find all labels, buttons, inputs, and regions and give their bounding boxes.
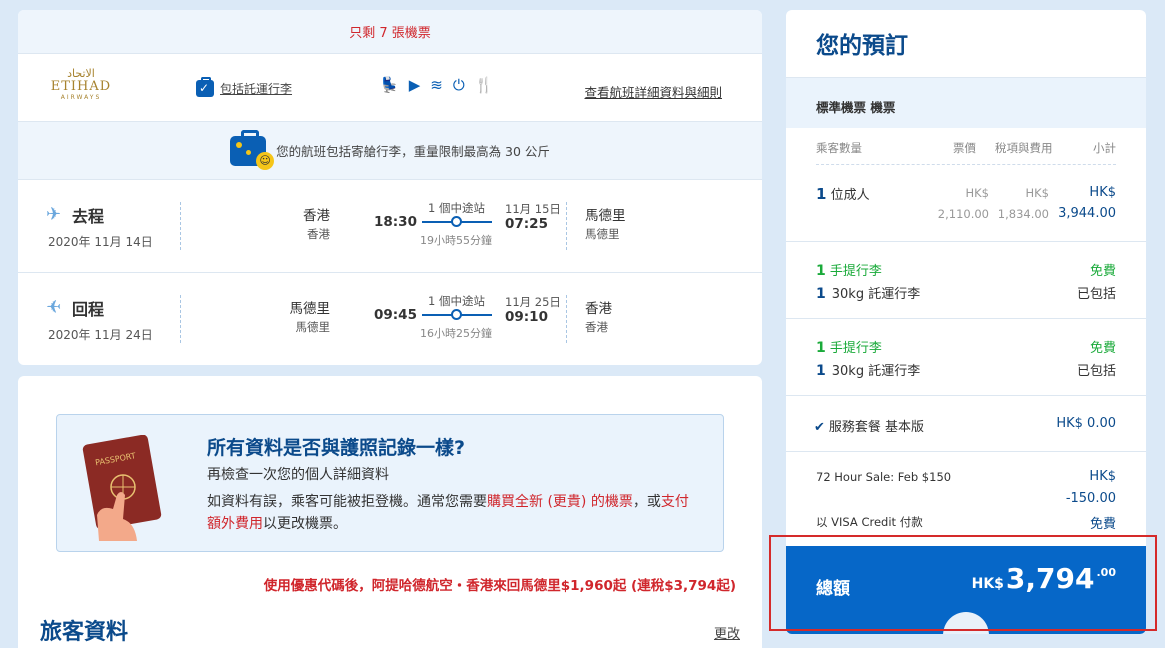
arrival-time: 07:25 xyxy=(505,216,548,232)
flight-summary-card: 只剩 7 張機票 الاتحاد ETIHAD AIRWAYS 包括託運行李 💺… xyxy=(18,10,762,365)
subtotal-currency: HK$ xyxy=(1089,185,1116,200)
tax-currency: HK$ xyxy=(1025,186,1049,200)
return-leg: ✈ 回程 2020年 11月 24日 馬德里 馬德里 09:45 1 個中途站 … xyxy=(18,273,762,365)
hand-luggage-price: 免費 xyxy=(1089,264,1116,279)
departure-time: 18:30 xyxy=(374,214,417,230)
baggage-info-row: ☺ 您的航班包括寄艙行李，重量限制最高為 30 公斤 xyxy=(18,122,762,180)
baggage-summary-1: 1 手提行李 免費 1 30kg 託運行李 已包括 xyxy=(786,242,1146,319)
tax-header: 稅項與費用 xyxy=(995,141,1053,155)
seat-icon: 💺 xyxy=(380,76,399,94)
fare-header: 票價 xyxy=(953,141,976,155)
buy-new-ticket-link[interactable]: 購買全新 (更貴) 的機票 xyxy=(487,494,633,510)
arrival-time: 09:10 xyxy=(505,309,548,325)
service-package-row: ✔ 服務套餐 基本版 HK$ 0.00 xyxy=(786,396,1146,452)
suitcase-icon: ☺ xyxy=(230,129,275,170)
payment-method-label: 以 VISA Credit 付款 xyxy=(816,515,923,529)
booking-title: 您的預訂 xyxy=(786,10,1146,78)
baggage-info-text: 您的航班包括寄艙行李，重量限制最高為 30 公斤 xyxy=(276,144,550,159)
sale-amount: -150.00 xyxy=(1065,491,1116,506)
checked-luggage-status: 已包括 xyxy=(1076,287,1116,302)
subtotal-header: 小計 xyxy=(1093,141,1116,155)
plane-icon: ✈ xyxy=(46,297,62,318)
traveler-section-title: 旅客資料 xyxy=(40,620,129,645)
passport-icon: PASSPORT xyxy=(82,435,162,541)
leg-date: 2020年 11月 24日 xyxy=(48,328,153,342)
total-highlight-annotation xyxy=(769,535,1157,631)
leg-date: 2020年 11月 14日 xyxy=(48,235,153,249)
fare-value: 2,110.00 xyxy=(937,207,989,221)
baggage-included-label: 包括託運行李 xyxy=(220,82,293,96)
departure-airport: 馬德里 xyxy=(295,320,331,334)
passport-warning-text: 如資料有誤，乘客可能被拒登機。通常您需要購買全新 (更貴) 的機票，或支付額外費… xyxy=(207,494,689,532)
sale-currency: HK$ xyxy=(1089,469,1116,484)
departure-time: 09:45 xyxy=(374,307,417,323)
hand-luggage-price: 免費 xyxy=(1089,341,1116,356)
seats-left-bar: 只剩 7 張機票 xyxy=(18,10,762,54)
tax-value: 1,834.00 xyxy=(997,207,1049,221)
qty-header: 乘客數量 xyxy=(816,141,862,155)
fare-section-header: 標準機票 機票 xyxy=(786,78,1146,128)
baggage-check-icon xyxy=(196,77,214,97)
discount-payment-rows: 72 Hour Sale: Feb $150 HK$ -150.00 以 VIS… xyxy=(786,452,1146,548)
entertainment-icon: ▶ xyxy=(408,76,421,94)
edit-traveler-link[interactable]: 更改 xyxy=(714,623,740,642)
meal-icon: 🍴 xyxy=(474,76,494,94)
arrival-date: 11月 15日 xyxy=(505,202,561,216)
promo-banner-text: 使用優惠代碼後，阿提哈德航空・香港來回馬德里$1,960起 (連稅$3,794起… xyxy=(263,578,736,594)
leg-direction: 去程 xyxy=(72,207,105,226)
checked-luggage: 1 30kg 託運行李 xyxy=(816,363,921,379)
departure-city: 香港 xyxy=(303,208,330,224)
outbound-leg: ✈ 去程 2020年 11月 14日 香港 香港 18:30 1 個中途站 19… xyxy=(18,180,762,273)
seats-left-text: 只剩 7 張機票 xyxy=(349,26,431,41)
passport-check-box: PASSPORT 所有資料是否與護照記錄一樣? 再檢查一次您的個人詳細資料 如資… xyxy=(56,414,724,552)
fare-currency: HK$ xyxy=(965,186,989,200)
passenger-count: 1 位成人 xyxy=(816,185,870,203)
flight-duration: 16小時25分鐘 xyxy=(420,327,492,340)
check-icon: ✔ xyxy=(814,420,825,435)
arrival-date: 11月 25日 xyxy=(505,295,561,309)
departure-airport: 香港 xyxy=(307,227,330,241)
checked-luggage: 1 30kg 託運行李 xyxy=(816,286,921,302)
arrival-airport: 香港 xyxy=(585,320,608,334)
departure-city: 馬德里 xyxy=(289,301,331,317)
passport-check-subtitle: 再檢查一次您的個人詳細資料 xyxy=(207,467,389,483)
stops-label: 1 個中途站 xyxy=(428,294,485,308)
checked-luggage-status: 已包括 xyxy=(1076,364,1116,379)
power-icon: ⏻ xyxy=(452,76,465,94)
plane-icon: ✈ xyxy=(46,204,62,225)
arrival-city: 馬德里 xyxy=(585,208,626,224)
stop-dot xyxy=(451,216,462,227)
payment-fee: 免費 xyxy=(1089,517,1116,532)
airline-row: الاتحاد ETIHAD AIRWAYS 包括託運行李 💺 ▶ ≋ ⏻ 🍴 … xyxy=(18,54,762,122)
passport-check-title: 所有資料是否與護照記錄一樣? xyxy=(207,437,466,459)
baggage-included-link[interactable]: 包括託運行李 xyxy=(196,77,293,97)
stops-label: 1 個中途站 xyxy=(428,201,485,215)
traveler-card: PASSPORT 所有資料是否與護照記錄一樣? 再檢查一次您的個人詳細資料 如資… xyxy=(18,376,762,648)
fare-breakdown: 乘客數量 票價 稅項與費用 小計 1 位成人 HK$ 2,110.00 HK$ … xyxy=(786,128,1146,242)
wifi-icon: ≋ xyxy=(430,76,443,94)
subtotal-value: 3,944.00 xyxy=(1058,206,1116,221)
arrival-city: 香港 xyxy=(585,301,612,317)
service-package-label: 服務套餐 基本版 xyxy=(828,420,925,435)
etihad-logo: الاتحاد ETIHAD AIRWAYS xyxy=(50,67,112,102)
flight-details-link[interactable]: 查看航班詳細資料與細則 xyxy=(584,82,722,101)
amenities-icons: 💺 ▶ ≋ ⏻ 🍴 xyxy=(380,76,493,94)
leg-direction: 回程 xyxy=(72,300,105,319)
flight-duration: 19小時55分鐘 xyxy=(420,234,492,247)
hand-luggage: 1 手提行李 xyxy=(816,340,882,356)
stop-dot xyxy=(451,309,462,320)
sale-label: 72 Hour Sale: Feb $150 xyxy=(816,470,952,484)
baggage-summary-2: 1 手提行李 免費 1 30kg 託運行李 已包括 xyxy=(786,319,1146,396)
arrival-airport: 馬德里 xyxy=(585,227,620,241)
hand-luggage: 1 手提行李 xyxy=(816,263,882,279)
service-package-price: HK$ 0.00 xyxy=(1056,416,1116,431)
